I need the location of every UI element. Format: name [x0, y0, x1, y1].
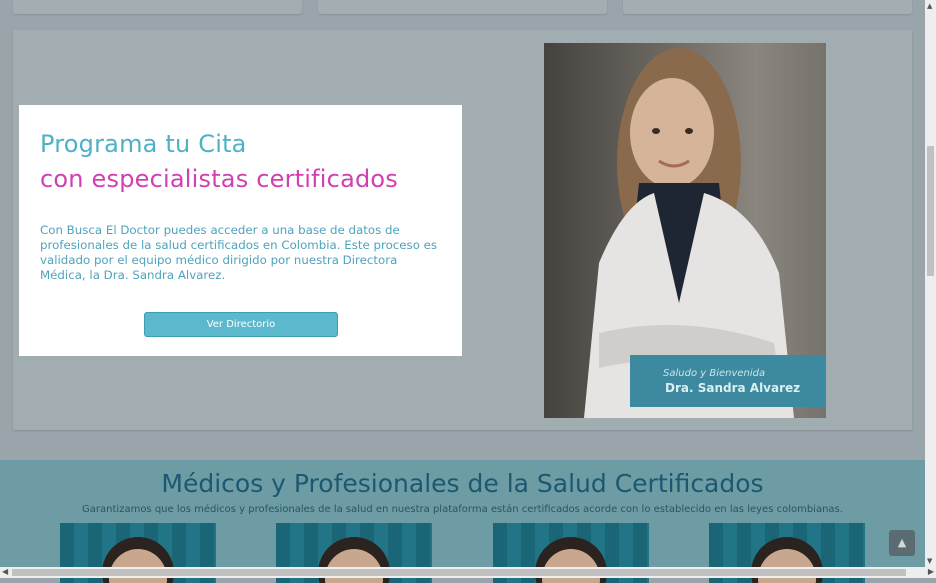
vertical-scrollbar[interactable]: ▲ ▼ — [925, 0, 936, 567]
scroll-up-icon[interactable]: ▲ — [927, 2, 932, 10]
certified-professionals-section: Médicos y Profesionales de la Salud Cert… — [0, 460, 925, 583]
vertical-scroll-thumb[interactable] — [927, 146, 934, 276]
appointment-modal: Programa tu Cita con especialistas certi… — [19, 105, 462, 356]
horizontal-scroll-thumb[interactable] — [12, 569, 906, 576]
modal-body-text: Con Busca El Doctor puedes acceder a una… — [40, 223, 438, 282]
back-to-top-button[interactable]: ▲ — [889, 530, 915, 556]
horizontal-scrollbar[interactable]: ◀ ▶ — [0, 567, 936, 578]
top-card-1 — [13, 0, 302, 14]
director-photo: Saludo y Bienvenida Dra. Sandra Alvarez — [544, 43, 826, 418]
scroll-left-icon[interactable]: ◀ — [2, 567, 8, 576]
modal-subtitle: con especialistas certificados — [40, 165, 398, 193]
scroll-down-icon[interactable]: ▼ — [927, 557, 932, 565]
modal-title: Programa tu Cita — [40, 130, 247, 158]
top-card-3 — [623, 0, 912, 14]
section-subtitle: Garantizamos que los médicos y profesion… — [82, 504, 843, 515]
section-title: Médicos y Profesionales de la Salud Cert… — [161, 469, 764, 498]
view-directory-button[interactable]: Ver Directorio — [144, 312, 338, 337]
caption-greeting: Saludo y Bienvenida — [663, 368, 766, 379]
top-card-2 — [318, 0, 607, 14]
caption-name: Dra. Sandra Alvarez — [665, 381, 801, 395]
director-caption: Saludo y Bienvenida Dra. Sandra Alvarez — [630, 355, 826, 407]
chevron-up-icon: ▲ — [897, 536, 907, 549]
scroll-right-icon[interactable]: ▶ — [928, 567, 934, 576]
